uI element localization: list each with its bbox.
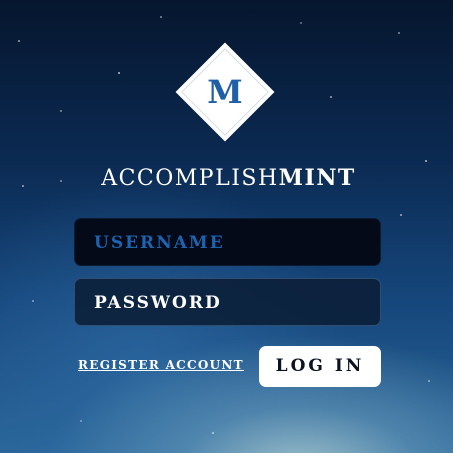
logo-letter: M [207, 73, 243, 111]
login-button[interactable]: LOG IN [259, 346, 381, 387]
star [160, 16, 162, 18]
brand-name-light: ACCOMPLISH [101, 166, 279, 191]
star [398, 32, 400, 34]
star [212, 432, 214, 434]
brand-name: ACCOMPLISHMINT [0, 165, 453, 191]
star [300, 22, 302, 24]
star [60, 110, 62, 112]
star [330, 96, 332, 98]
app-logo: M [175, 42, 275, 142]
star [18, 40, 20, 42]
password-field[interactable]: PASSWORD [74, 278, 381, 326]
star [118, 72, 120, 74]
star [80, 420, 82, 422]
brand-name-bold: MINT [278, 165, 356, 191]
star [400, 214, 402, 216]
star [428, 380, 430, 382]
star [425, 160, 427, 162]
username-field[interactable]: USERNAME [74, 218, 381, 266]
register-account-link[interactable]: REGISTER ACCOUNT [78, 358, 244, 372]
star [32, 300, 34, 302]
